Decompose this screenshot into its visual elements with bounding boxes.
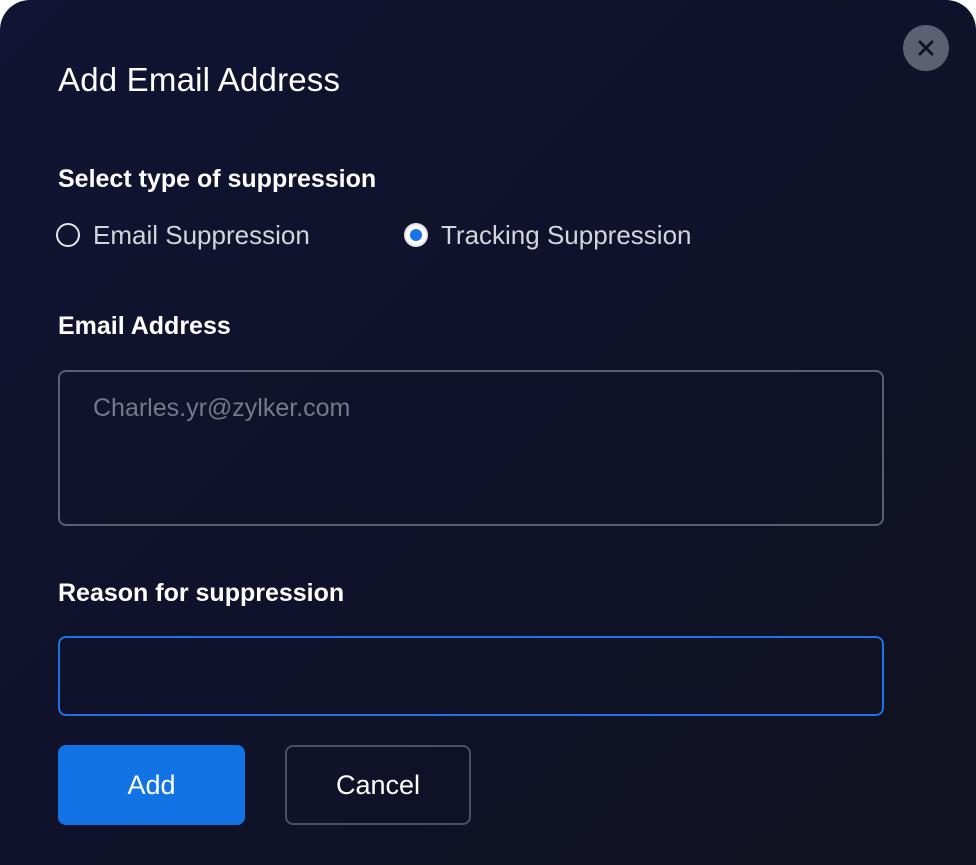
radio-button-unchecked[interactable] (56, 223, 80, 247)
radio-label-email-suppression: Email Suppression (93, 220, 310, 250)
email-address-field[interactable]: Charles.yr@zylker.com (58, 370, 884, 526)
reason-input[interactable] (58, 636, 884, 716)
email-address-label: Email Address (58, 312, 231, 340)
reason-label: Reason for suppression (58, 579, 345, 607)
email-address-placeholder: Charles.yr@zylker.com (93, 394, 351, 422)
add-email-dialog: Add Email Address Select type of suppres… (0, 0, 976, 865)
close-button[interactable] (903, 25, 949, 71)
dialog-title: Add Email Address (58, 61, 341, 98)
radio-tracking-suppression[interactable]: Tracking Suppression (404, 219, 692, 251)
radio-label-tracking-suppression: Tracking Suppression (441, 220, 692, 250)
close-icon (918, 40, 934, 56)
radio-selected-dot (410, 229, 422, 241)
suppression-type-label: Select type of suppression (58, 165, 377, 193)
radio-email-suppression[interactable]: Email Suppression (56, 219, 310, 251)
radio-button-checked[interactable] (404, 223, 428, 247)
cancel-button[interactable]: Cancel (285, 745, 471, 825)
add-button[interactable]: Add (58, 745, 245, 825)
